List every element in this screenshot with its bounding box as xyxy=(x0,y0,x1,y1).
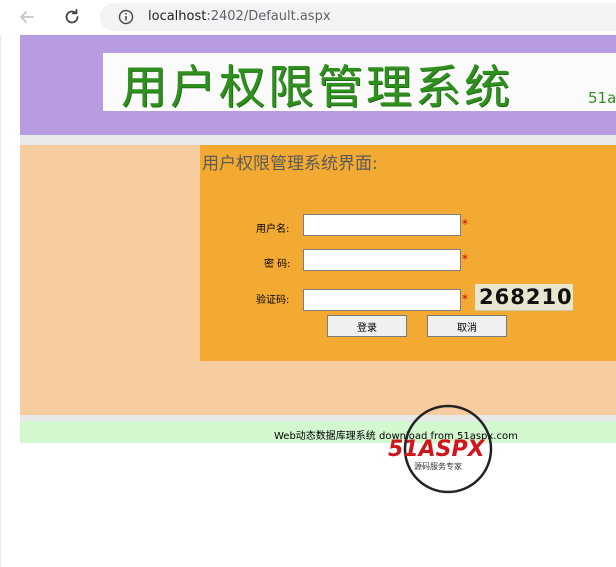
password-label: 密 码: xyxy=(264,259,291,270)
banner-title: 用户权限管理系统 xyxy=(121,60,513,111)
address-bar[interactable]: localhost:2402/Default.aspx xyxy=(100,3,616,31)
password-input[interactable] xyxy=(303,249,461,271)
reload-icon xyxy=(65,8,79,24)
login-panel: 用户权限管理系统界面: 用户名: * 密 码: * 验证码: * 268210 … xyxy=(200,145,616,361)
captcha-code: 268210 xyxy=(479,285,573,309)
header-banner: 用户权限管理系统 51a xyxy=(20,35,616,135)
reload-button[interactable] xyxy=(59,4,85,30)
page-left-margin xyxy=(0,35,20,567)
web-page: 用户权限管理系统 51a 用户权限管理系统界面: 用户名: * 密 码: * 验… xyxy=(0,35,616,567)
captcha-required-mark: * xyxy=(462,292,468,306)
captcha-image[interactable]: 268210 xyxy=(475,284,573,311)
back-arrow-icon xyxy=(20,11,34,23)
username-label: 用户名: xyxy=(256,224,290,235)
content-area: 用户权限管理系统界面: 用户名: * 密 码: * 验证码: * 268210 … xyxy=(20,145,616,415)
divider-top xyxy=(20,135,616,145)
banner-image: 用户权限管理系统 51a xyxy=(103,53,616,111)
watermark-logo-text: 51ASPX xyxy=(388,437,486,462)
browser-toolbar: localhost:2402/Default.aspx xyxy=(0,0,616,35)
back-button[interactable] xyxy=(14,4,40,30)
username-input[interactable] xyxy=(303,214,461,236)
url-path: :2402/Default.aspx xyxy=(206,9,331,24)
banner-tag: 51a xyxy=(588,89,616,107)
footer-bar: Web动态数据库理系统 download from 51aspx.com xyxy=(20,421,616,443)
watermark-tagline: 源码服务专家 xyxy=(414,461,462,471)
login-button[interactable]: 登录 xyxy=(327,315,407,337)
info-icon[interactable] xyxy=(118,9,134,25)
username-required-mark: * xyxy=(462,217,468,231)
url-text: localhost:2402/Default.aspx xyxy=(148,9,331,24)
url-host: localhost xyxy=(148,9,207,24)
captcha-label: 验证码: xyxy=(256,295,290,306)
cancel-button[interactable]: 取消 xyxy=(427,315,507,337)
panel-title: 用户权限管理系统界面: xyxy=(202,154,378,174)
captcha-input[interactable] xyxy=(303,289,461,311)
password-required-mark: * xyxy=(462,252,468,266)
watermark-logo: 51ASPX 源码服务专家 xyxy=(388,404,493,494)
